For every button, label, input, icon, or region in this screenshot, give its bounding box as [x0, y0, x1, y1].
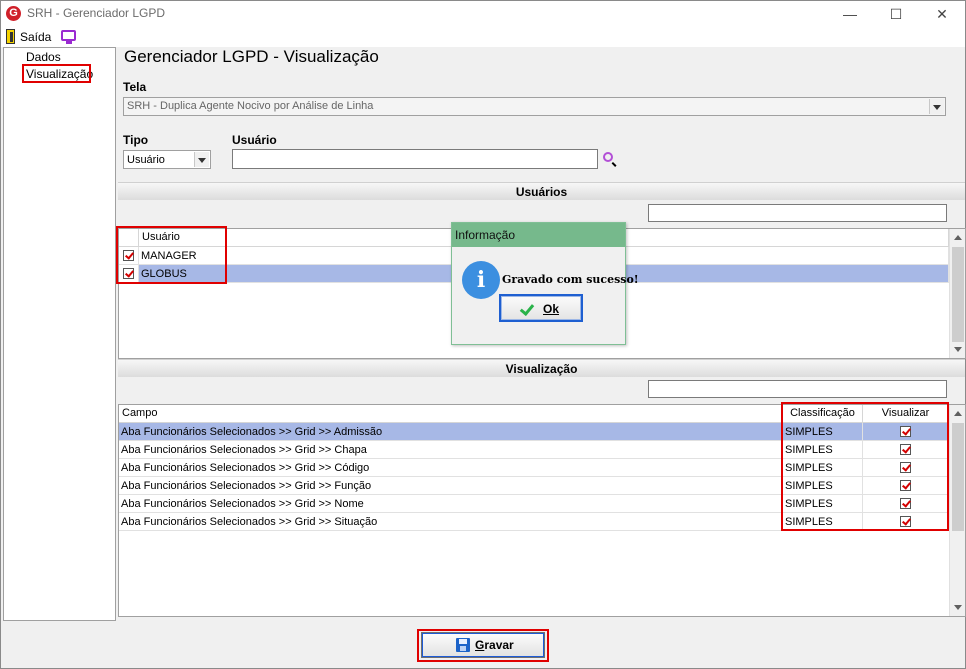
- main-window: G SRH - Gerenciador LGPD — ☐ ✕ Saída Dad…: [0, 0, 966, 669]
- scroll-thumb[interactable]: [952, 247, 964, 342]
- ok-button-label: Ok: [543, 302, 560, 316]
- tela-select[interactable]: SRH - Duplica Agente Nocivo por Análise …: [123, 97, 946, 116]
- visualizacao-section-header: Visualização: [118, 359, 965, 377]
- minimize-button[interactable]: —: [827, 1, 873, 27]
- campo-cell: Aba Funcionários Selecionados >> Grid >>…: [119, 423, 783, 441]
- campo-cell: Aba Funcionários Selecionados >> Grid >>…: [119, 495, 783, 513]
- tela-label: Tela: [123, 80, 147, 94]
- tree-item-dados[interactable]: Dados: [26, 50, 61, 64]
- usuario-label: Usuário: [232, 133, 277, 147]
- menu-bar: Saída: [1, 27, 965, 47]
- chevron-down-icon[interactable]: [194, 152, 209, 167]
- highlight-box-visualizar: [781, 402, 949, 531]
- campo-cell: Aba Funcionários Selecionados >> Grid >>…: [119, 513, 783, 531]
- scroll-down-icon[interactable]: [954, 347, 962, 352]
- saida-menu-item[interactable]: Saída: [20, 30, 51, 44]
- campo-cell: Aba Funcionários Selecionados >> Grid >>…: [119, 441, 783, 459]
- highlight-box-tree: [22, 64, 91, 83]
- highlight-box-gravar: [417, 629, 549, 662]
- tipo-label: Tipo: [123, 133, 149, 147]
- page-title: Gerenciador LGPD - Visualização: [124, 47, 379, 66]
- scroll-up-icon[interactable]: [954, 235, 962, 240]
- usuarios-scrollbar[interactable]: [949, 229, 965, 358]
- scroll-down-icon[interactable]: [954, 605, 962, 610]
- maximize-button[interactable]: ☐: [873, 1, 919, 27]
- ok-button[interactable]: Ok: [499, 294, 583, 322]
- visualizacao-search-input[interactable]: [648, 380, 947, 398]
- tipo-select[interactable]: Usuário: [123, 150, 211, 169]
- tela-select-value: SRH - Duplica Agente Nocivo por Análise …: [127, 100, 374, 112]
- campo-cell: Aba Funcionários Selecionados >> Grid >>…: [119, 459, 783, 477]
- monitor-icon[interactable]: [61, 30, 76, 44]
- dialog-title: Informação: [452, 223, 625, 247]
- search-usuario-icon[interactable]: [603, 152, 613, 162]
- exit-door-icon[interactable]: [6, 29, 15, 44]
- highlight-box-usuarios: [116, 226, 227, 284]
- tipo-select-value: Usuário: [127, 154, 165, 166]
- campo-cell: Aba Funcionários Selecionados >> Grid >>…: [119, 477, 783, 495]
- usuarios-search-input[interactable]: [648, 204, 947, 222]
- usuarios-section-header: Usuários: [118, 182, 965, 200]
- checkmark-icon: [519, 300, 535, 317]
- dialog-message: Gravado com sucesso!: [502, 273, 639, 286]
- close-button[interactable]: ✕: [919, 1, 965, 27]
- scroll-thumb[interactable]: [952, 423, 964, 531]
- app-logo-icon: G: [6, 6, 21, 21]
- usuario-input[interactable]: [232, 149, 598, 169]
- info-icon: i: [462, 261, 500, 299]
- visualizacao-scrollbar[interactable]: [949, 405, 965, 616]
- title-bar: G SRH - Gerenciador LGPD — ☐ ✕: [1, 1, 965, 27]
- navigation-tree: Dados Visualização: [3, 47, 116, 621]
- info-dialog: Informação i Gravado com sucesso! Ok: [451, 222, 639, 345]
- window-title: SRH - Gerenciador LGPD: [27, 6, 166, 20]
- chevron-down-icon[interactable]: [929, 99, 944, 114]
- scroll-up-icon[interactable]: [954, 411, 962, 416]
- campo-column-header: Campo: [119, 405, 783, 423]
